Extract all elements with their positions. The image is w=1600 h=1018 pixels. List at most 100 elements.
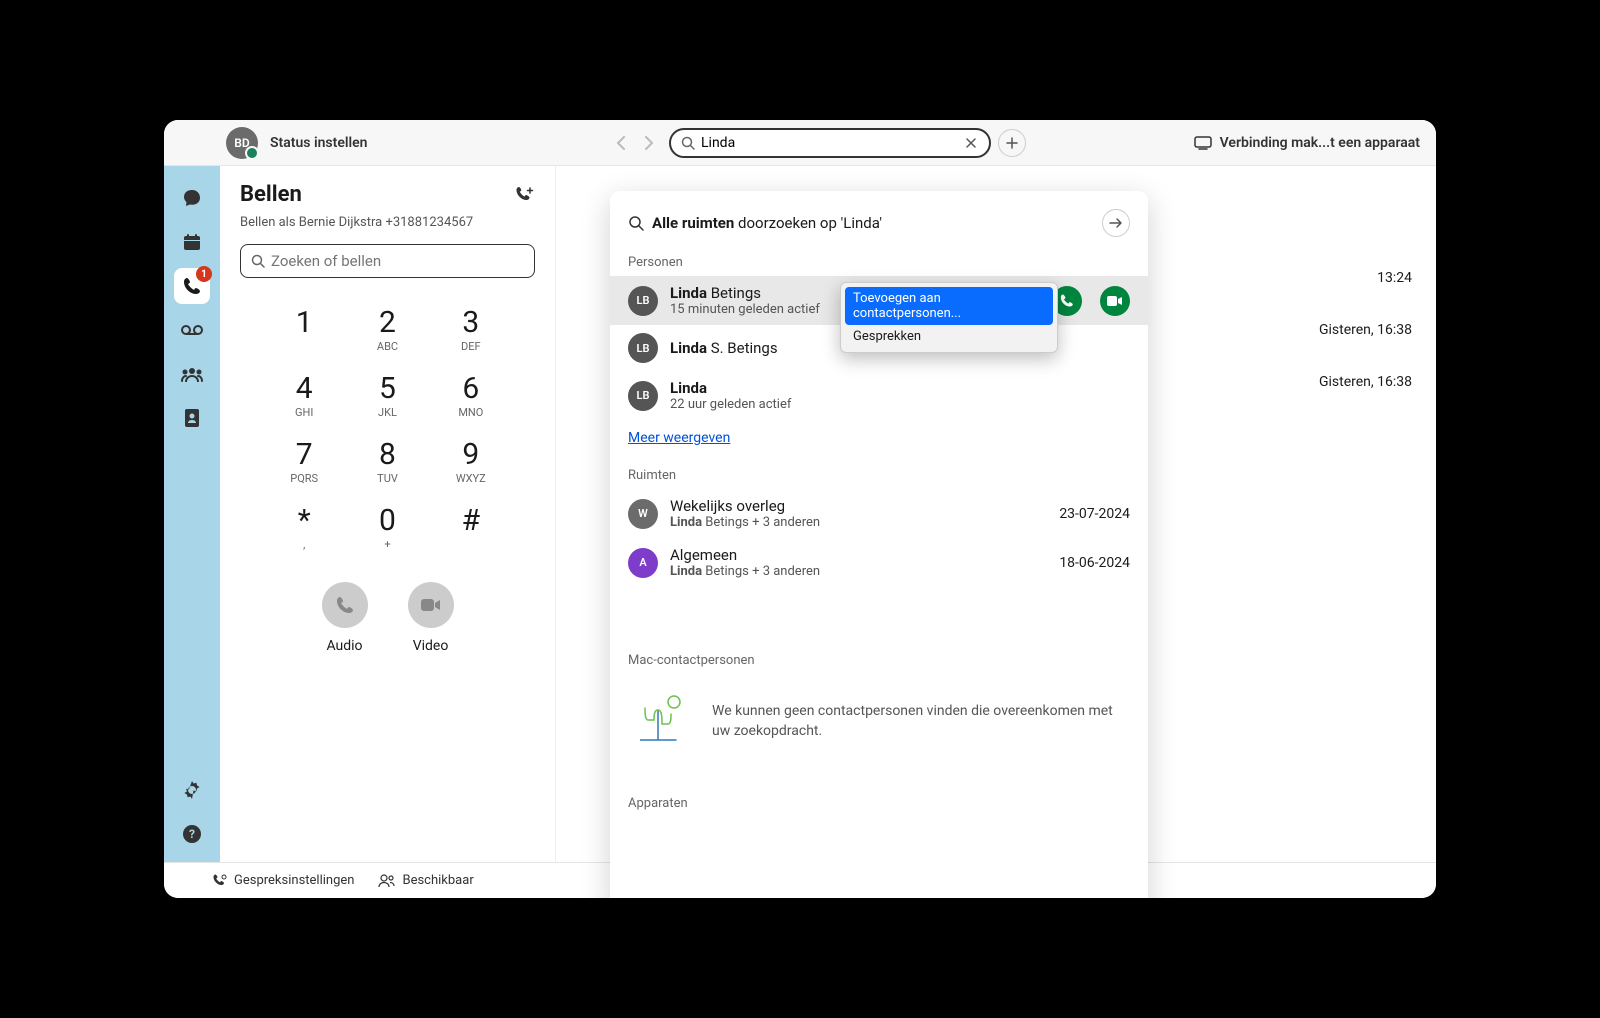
help-icon: ? [182,824,202,844]
plus-icon [1006,137,1018,149]
search-icon [628,215,644,231]
rail-teams[interactable] [174,356,210,392]
room-date: 18-06-2024 [1059,555,1130,571]
call-panel-title: Bellen [240,182,302,207]
rail-voicemail[interactable] [174,312,210,348]
user-avatar[interactable]: BD [226,127,258,159]
room-date: 23-07-2024 [1059,506,1130,522]
app-window: BD Status instellen Verbinding mak...t e… [164,120,1436,898]
key-hash[interactable]: # [434,506,507,552]
search-icon [681,136,695,150]
nav-forward-button[interactable] [637,131,661,155]
connect-device-button[interactable]: Verbinding mak...t een apparaat [1194,135,1420,151]
search-input[interactable] [701,135,963,151]
menu-calls[interactable]: Gesprekken [845,325,1053,348]
people-icon [378,874,396,888]
room-result[interactable]: W Wekelijks overleg Linda Betings + 3 an… [610,489,1148,538]
quick-video-button[interactable] [1100,286,1130,316]
chevron-left-icon [616,136,626,150]
phone-gear-icon [212,873,228,889]
key-9[interactable]: 9WXYZ [434,440,507,486]
people-icon [181,366,203,382]
key-1[interactable]: 1 [268,308,341,354]
cactus-icon [628,694,692,750]
person-result[interactable]: LB Linda 22 uur geleden actief [610,371,1148,420]
svg-text:?: ? [189,827,195,841]
key-4[interactable]: 4GHI [268,374,341,420]
video-icon [420,597,442,613]
chat-icon [182,188,202,208]
rail-chat[interactable] [174,180,210,216]
key-3[interactable]: 3DEF [434,308,507,354]
menu-add-contact[interactable]: Toevoegen aan contactpersonen... [845,287,1053,325]
rail-contacts[interactable] [174,400,210,436]
titlebar: BD Status instellen Verbinding mak...t e… [164,120,1436,166]
arrow-right-icon [1109,217,1123,229]
audio-label: Audio [326,638,362,654]
rooms-section-label: Ruimten [610,462,1148,489]
time-entry: Gisteren, 16:38 [1319,322,1412,338]
call-as-label: Bellen als Bernie Dijkstra +31881234567 [240,215,535,230]
dialpad: 1 2ABC 3DEF 4GHI 5JKL 6MNO 7PQRS 8TUV 9W… [268,308,508,552]
call-badge: 1 [196,266,212,282]
calendar-icon [182,232,202,252]
people-section-label: Personen [610,249,1148,276]
phone-plus-icon [515,185,535,205]
key-7[interactable]: 7PQRS [268,440,341,486]
key-6[interactable]: 6MNO [434,374,507,420]
empty-text: We kunnen geen contactpersonen vinden di… [712,702,1130,741]
key-2[interactable]: 2ABC [351,308,424,354]
call-settings-label: Gespreksinstellingen [234,873,354,888]
video-icon [1106,295,1124,307]
show-more-link[interactable]: Meer weergeven [610,420,1148,456]
contacts-icon [183,408,201,428]
time-entry: Gisteren, 16:38 [1319,374,1412,390]
search-all-rooms[interactable]: Alle ruimten doorzoeken op 'Linda' [610,203,1148,249]
mac-contacts-label: Mac-contactpersonen [610,647,1148,674]
left-nav-rail: 1 ? [164,166,220,862]
audio-call-button[interactable]: Audio [322,582,368,654]
key-0[interactable]: 0+ [351,506,424,552]
video-label: Video [413,638,449,654]
device-icon [1194,136,1212,150]
availability-button[interactable]: Beschikbaar [378,873,473,888]
call-panel: Bellen Bellen als Bernie Dijkstra +31881… [220,166,556,862]
recent-times: 13:24 Gisteren, 16:38 Gisteren, 16:38 [1319,270,1412,390]
empty-state: We kunnen geen contactpersonen vinden di… [610,674,1148,790]
time-entry: 13:24 [1319,270,1412,286]
voicemail-icon [181,324,203,336]
key-5[interactable]: 5JKL [351,374,424,420]
status-button[interactable]: Status instellen [270,135,367,151]
key-star[interactable]: *, [268,506,341,552]
search-go-button[interactable] [1102,209,1130,237]
avatar: LB [628,333,658,363]
rail-help[interactable]: ? [174,816,210,852]
new-button[interactable] [998,129,1026,157]
availability-label: Beschikbaar [402,873,473,888]
dial-search-input[interactable] [271,252,524,270]
video-call-button[interactable]: Video [408,582,454,654]
connect-device-label: Verbinding mak...t een apparaat [1220,135,1420,151]
rail-settings[interactable] [174,772,210,808]
close-icon [965,137,977,149]
devices-section-label: Apparaten [610,790,1148,817]
call-settings-button[interactable]: Gespreksinstellingen [212,873,354,889]
search-icon [251,254,265,268]
room-result[interactable]: A Algemeen Linda Betings + 3 anderen 18-… [610,538,1148,587]
rail-call[interactable]: 1 [174,268,210,304]
avatar: W [628,499,658,529]
key-8[interactable]: 8TUV [351,440,424,486]
nav-arrows [609,131,661,155]
add-call-button[interactable] [515,185,535,205]
phone-icon [1059,293,1075,309]
rail-calendar[interactable] [174,224,210,260]
chevron-right-icon [644,136,654,150]
avatar: LB [628,286,658,316]
dial-search[interactable] [240,244,535,278]
search-clear-button[interactable] [963,137,979,149]
avatar: LB [628,381,658,411]
avatar: A [628,548,658,578]
nav-back-button[interactable] [609,131,633,155]
global-search[interactable] [669,128,991,158]
gear-icon [182,780,202,800]
